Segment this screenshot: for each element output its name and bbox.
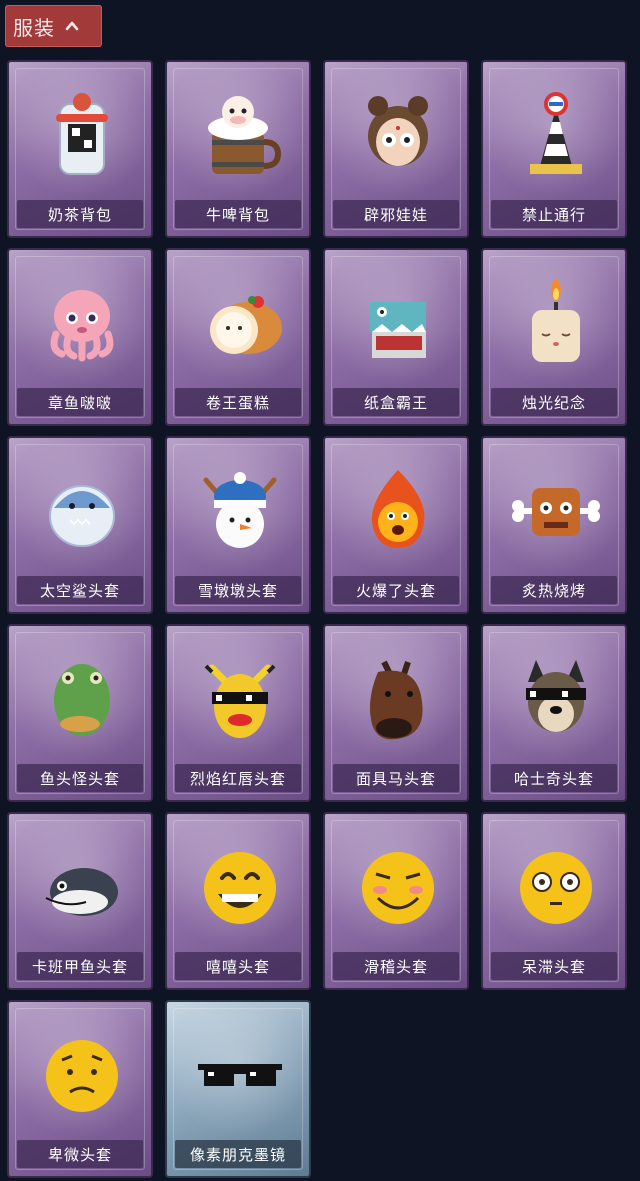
snowman-icon [190,460,290,560]
grin-emoji-icon [190,836,290,936]
card-label-bar: 哈士奇头套 [491,764,617,792]
card-label-bar: 烈焰红唇头套 [175,764,301,792]
costume-name: 辟邪娃娃 [363,205,428,224]
costume-card[interactable]: 卡班甲鱼头套 [7,812,153,990]
card-label-bar: 牛啤背包 [175,200,301,228]
costume-card[interactable]: 卷王蛋糕 [165,248,311,426]
red-lips-mask-icon [190,648,290,748]
card-label-bar: 烛光纪念 [491,388,617,416]
doll-head-icon [348,84,448,184]
card-label-bar: 章鱼啵啵 [17,388,143,416]
costume-name: 炙热烧烤 [521,581,586,600]
card-label-bar: 像素朋克墨镜 [175,1140,301,1168]
card-label-bar: 奶茶背包 [17,200,143,228]
costume-name: 烛光纪念 [521,393,586,412]
costume-name: 卑微头套 [47,1145,112,1164]
grilled-meat-icon [506,460,606,560]
costume-name: 奶茶背包 [47,205,112,224]
card-label-bar: 太空鲨头套 [17,576,143,604]
costume-section-header[interactable]: 服装 [5,5,102,47]
space-shark-icon [32,460,132,560]
husky-mask-icon [506,648,606,748]
costume-name: 章鱼啵啵 [47,393,112,412]
costume-card[interactable]: 奶茶背包 [7,60,153,238]
costume-card[interactable]: 鱼头怪头套 [7,624,153,802]
turtle-head-icon [32,836,132,936]
card-label-bar: 雪墩墩头套 [175,576,301,604]
card-label-bar: 呆滞头套 [491,952,617,980]
card-label-bar: 纸盒霸王 [333,388,459,416]
card-label-bar: 辟邪娃娃 [333,200,459,228]
costume-name: 太空鲨头套 [39,581,120,600]
box-dinosaur-icon [348,272,448,372]
fireball-icon [348,460,448,560]
costume-name: 面具马头套 [355,769,436,788]
costume-card[interactable]: 辟邪娃娃 [323,60,469,238]
costume-name: 呆滞头套 [521,957,586,976]
costume-card[interactable]: 卑微头套 [7,1000,153,1178]
roll-cake-icon [190,272,290,372]
costume-card[interactable]: 面具马头套 [323,624,469,802]
costume-card[interactable]: 嘻嘻头套 [165,812,311,990]
smirk-emoji-icon [348,836,448,936]
card-label-bar: 炙热烧烤 [491,576,617,604]
costume-card[interactable]: 章鱼啵啵 [7,248,153,426]
candle-icon [506,272,606,372]
costume-card[interactable]: 烈焰红唇头套 [165,624,311,802]
costume-name: 禁止通行 [521,205,586,224]
costume-name: 卷王蛋糕 [205,393,270,412]
costume-name: 烈焰红唇头套 [189,769,286,788]
card-label-bar: 卡班甲鱼头套 [17,952,143,980]
card-label-bar: 鱼头怪头套 [17,764,143,792]
card-label-bar: 禁止通行 [491,200,617,228]
costume-card[interactable]: 哈士奇头套 [481,624,627,802]
costume-card[interactable]: 烛光纪念 [481,248,627,426]
horse-mask-icon [348,648,448,748]
costume-card[interactable]: 禁止通行 [481,60,627,238]
costume-name: 哈士奇头套 [513,769,594,788]
costume-name: 像素朋克墨镜 [189,1145,286,1164]
card-label-bar: 卑微头套 [17,1140,143,1168]
costume-card[interactable]: 像素朋克墨镜 [165,1000,311,1178]
milk-tea-backpack-icon [32,84,132,184]
costume-name: 纸盒霸王 [363,393,428,412]
chevron-up-icon [65,21,79,31]
cow-beer-barrel-icon [190,84,290,184]
traffic-cone-icon [506,84,606,184]
card-label-bar: 火爆了头套 [333,576,459,604]
pixel-sunglasses-icon [190,1024,290,1124]
costume-card[interactable]: 滑稽头套 [323,812,469,990]
costume-card[interactable]: 牛啤背包 [165,60,311,238]
costume-name: 雪墩墩头套 [197,581,278,600]
fish-head-icon [32,648,132,748]
costume-name: 滑稽头套 [363,957,428,976]
costume-name: 鱼头怪头套 [39,769,120,788]
costume-name: 火爆了头套 [355,581,436,600]
card-label-bar: 面具马头套 [333,764,459,792]
octopus-icon [32,272,132,372]
costume-name: 牛啤背包 [205,205,270,224]
card-label-bar: 滑稽头套 [333,952,459,980]
costume-card[interactable]: 太空鲨头套 [7,436,153,614]
costume-card[interactable]: 炙热烧烤 [481,436,627,614]
costume-card[interactable]: 火爆了头套 [323,436,469,614]
costume-name: 卡班甲鱼头套 [31,957,128,976]
humble-emoji-icon [32,1024,132,1124]
dazed-emoji-icon [506,836,606,936]
card-label-bar: 卷王蛋糕 [175,388,301,416]
section-title: 服装 [13,15,55,40]
card-label-bar: 嘻嘻头套 [175,952,301,980]
costume-card[interactable]: 呆滞头套 [481,812,627,990]
costume-card[interactable]: 纸盒霸王 [323,248,469,426]
costume-name: 嘻嘻头套 [205,957,270,976]
costume-card[interactable]: 雪墩墩头套 [165,436,311,614]
